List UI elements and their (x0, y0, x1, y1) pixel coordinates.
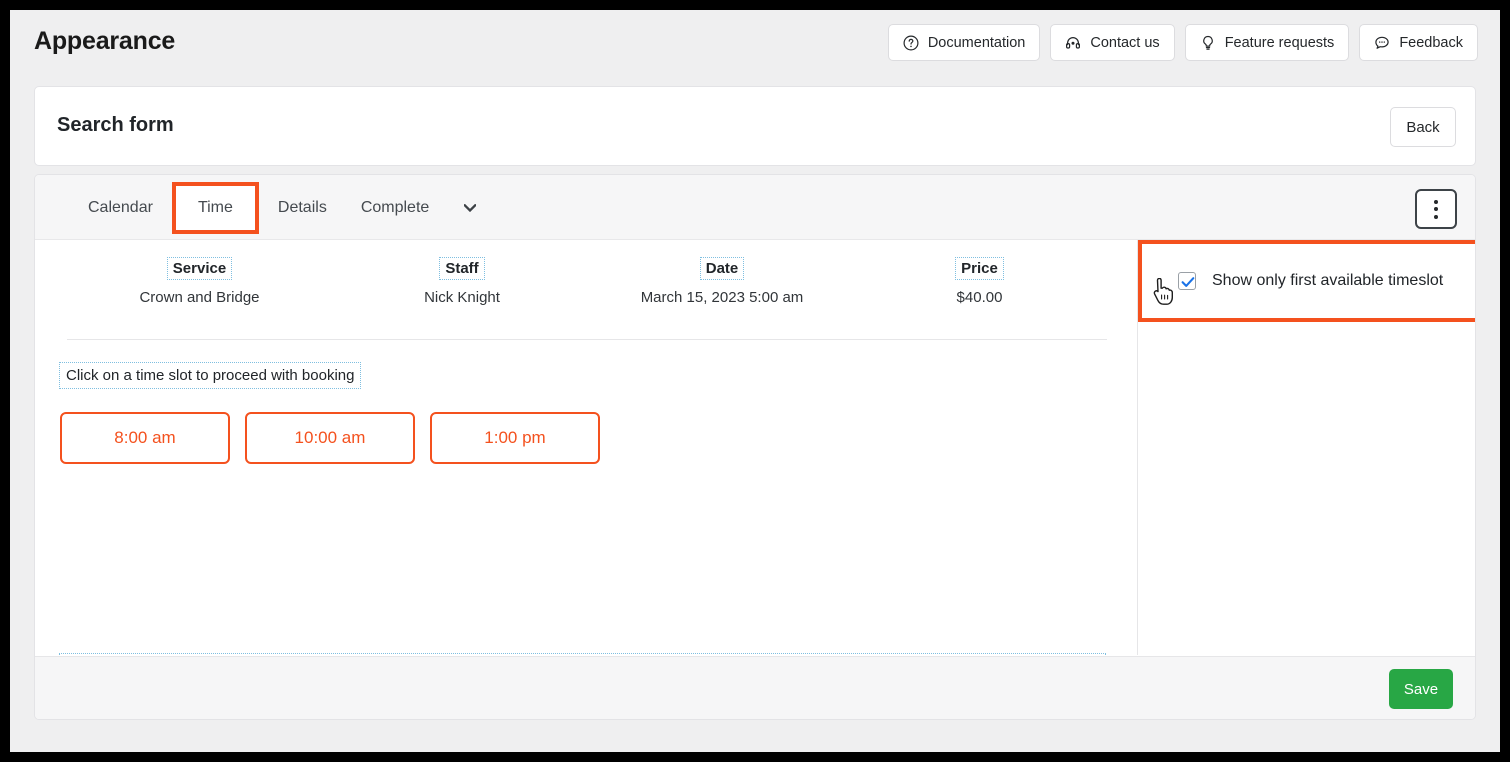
summary-col-service: Service Crown and Bridge (67, 257, 332, 306)
chat-bubble-icon (1374, 35, 1390, 51)
summary-value-price: $40.00 (956, 289, 1003, 306)
timeslot-button[interactable]: 1:00 pm (430, 412, 600, 464)
header-actions: Documentation Contact us Feature request… (887, 24, 1478, 61)
tab-calendar[interactable]: Calendar (71, 175, 170, 240)
panel-footer: Save (35, 656, 1475, 719)
app-frame: Appearance Documentation Contact us Feat… (10, 10, 1500, 752)
kebab-dot (1434, 214, 1438, 219)
options-panel: Show only first available timeslot (1138, 240, 1475, 655)
kebab-dot (1434, 207, 1438, 211)
timeslot-list: 8:00 am 10:00 am 1:00 pm (60, 412, 600, 464)
question-circle-icon (903, 34, 919, 51)
summary-value-date: March 15, 2023 5:00 am (640, 289, 804, 306)
kebab-dot (1434, 199, 1438, 204)
feedback-button[interactable]: Feedback (1359, 24, 1478, 61)
chevron-down-icon[interactable] (452, 175, 488, 240)
show-first-timeslot-checkbox[interactable] (1178, 272, 1196, 290)
timeslot-button[interactable]: 8:00 am (60, 412, 230, 464)
tab-bar: Calendar Time Details Complete (35, 175, 1475, 240)
search-form-back-button[interactable]: Back (1390, 107, 1456, 147)
documentation-button-label: Documentation (927, 34, 1026, 51)
booking-hint: Click on a time slot to proceed with boo… (58, 362, 362, 389)
feature-requests-button[interactable]: Feature requests (1184, 24, 1350, 61)
summary-header-price: Price (955, 257, 1004, 280)
save-button[interactable]: Save (1389, 669, 1453, 709)
summary-header-service: Service (166, 257, 233, 280)
summary-col-date: Date March 15, 2023 5:00 am (592, 257, 852, 306)
contact-us-button-label: Contact us (1090, 34, 1160, 51)
show-first-timeslot-option[interactable]: Show only first available timeslot (1178, 272, 1443, 290)
tab-list: Calendar Time Details Complete (71, 175, 488, 240)
show-first-timeslot-label: Show only first available timeslot (1212, 272, 1444, 289)
search-form-title: Search form (57, 114, 174, 136)
documentation-button[interactable]: Documentation (887, 24, 1041, 61)
summary-header-date: Date (699, 257, 745, 280)
highlighted-option-region: Show only first available timeslot (1138, 240, 1475, 322)
summary-col-price: Price $40.00 (852, 257, 1107, 306)
summary-divider (67, 339, 1107, 340)
summary-value-staff: Nick Knight (424, 289, 500, 306)
summary-value-service: Crown and Bridge (139, 289, 260, 306)
tab-complete[interactable]: Complete (344, 175, 446, 240)
booking-preview: Service Crown and Bridge Staff Nick Knig… (35, 240, 1137, 717)
timeslot-button[interactable]: 10:00 am (245, 412, 415, 464)
feedback-button-label: Feedback (1399, 34, 1463, 51)
page-header: Appearance Documentation Contact us Feat… (10, 10, 1500, 82)
tab-details[interactable]: Details (261, 175, 344, 240)
contact-us-button[interactable]: Contact us (1050, 24, 1175, 61)
lightbulb-icon (1200, 35, 1216, 51)
booking-summary: Service Crown and Bridge Staff Nick Knig… (67, 257, 1107, 306)
page-title: Appearance (34, 27, 176, 55)
main-panel: Calendar Time Details Complete Service C… (34, 174, 1476, 720)
headset-icon (1065, 35, 1081, 51)
tab-time[interactable]: Time (171, 181, 259, 234)
summary-header-staff: Staff (439, 257, 485, 280)
check-icon (1181, 277, 1195, 287)
summary-col-staff: Staff Nick Knight (332, 257, 592, 306)
feature-requests-button-label: Feature requests (1224, 34, 1335, 51)
vertical-dots-icon[interactable] (1415, 189, 1457, 229)
search-form-card: Search form Back (34, 86, 1476, 166)
